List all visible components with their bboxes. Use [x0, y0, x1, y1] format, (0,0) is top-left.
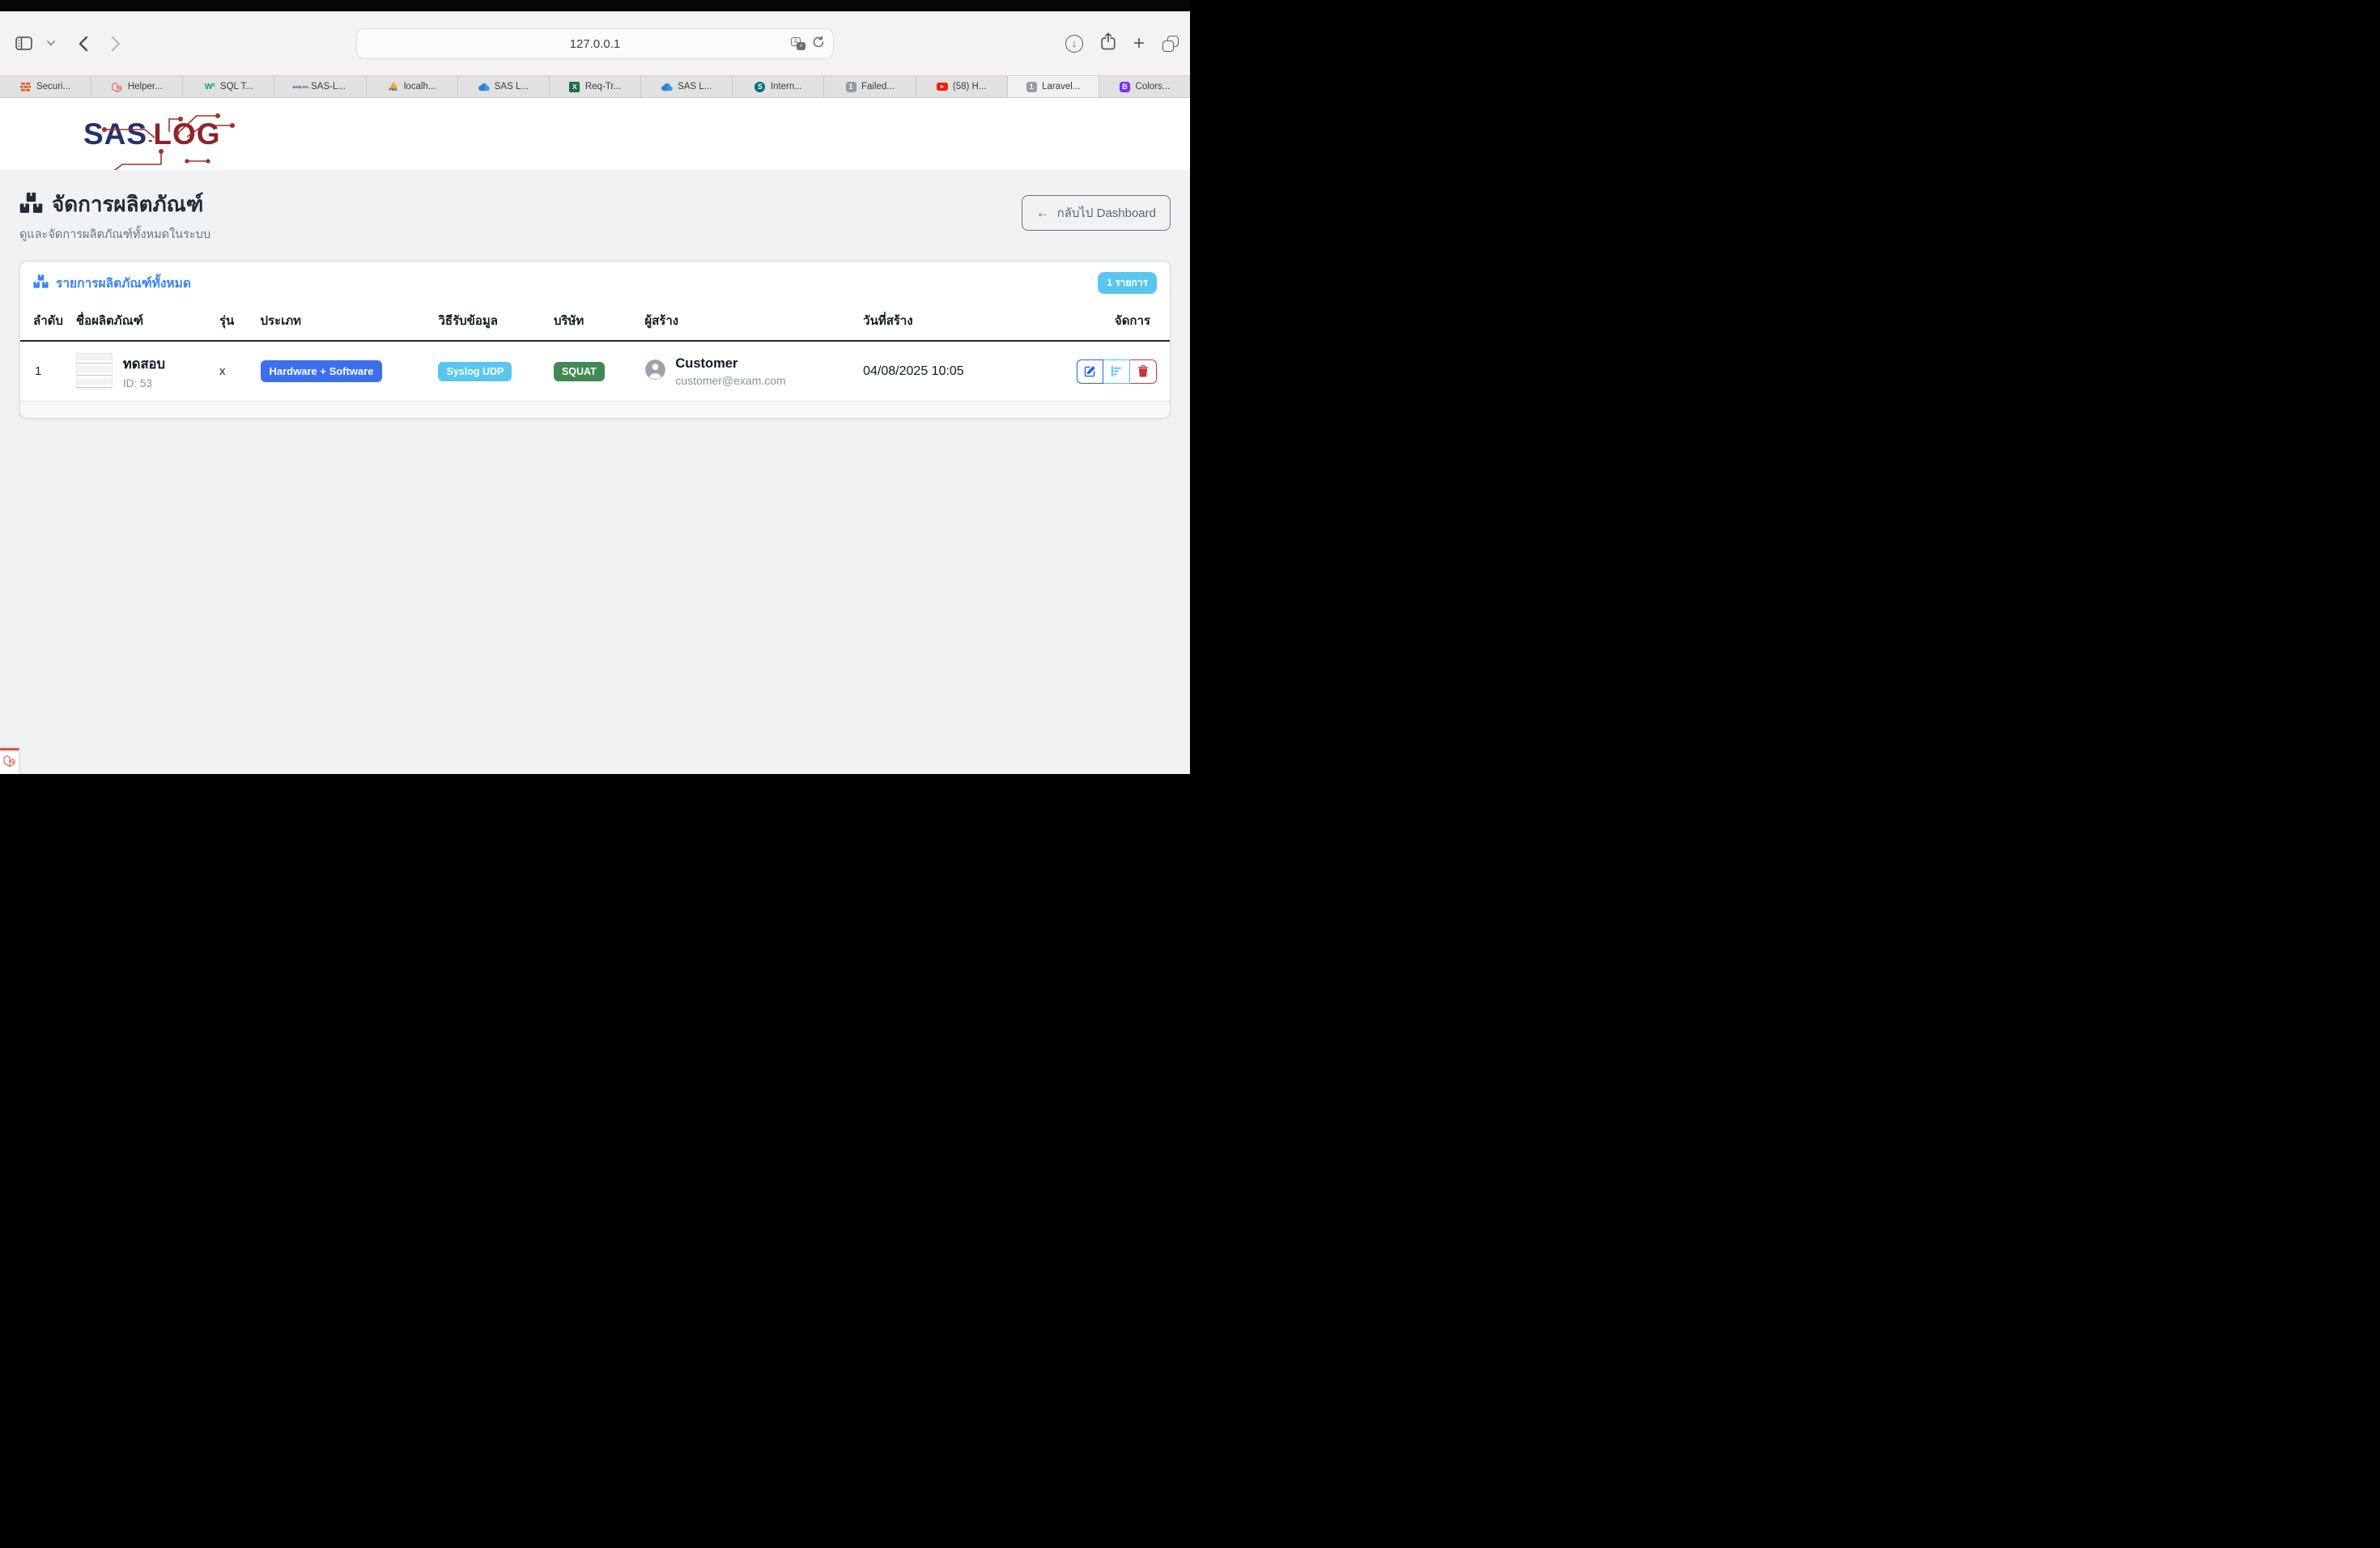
- col-company: บริษัท: [547, 303, 638, 341]
- phpmyadmin-icon: PMA: [388, 81, 399, 92]
- browser-window: 127.0.0.1 A x ↓ + Securi...: [0, 0, 1190, 774]
- col-model: รุ่น: [213, 303, 254, 341]
- tab-sas-cloud-2[interactable]: SAS L...: [641, 76, 733, 97]
- table-row: 1 ทดสอบ ID: 53 x Hardware + Softw: [20, 341, 1170, 401]
- bootstrap-icon: B: [1120, 82, 1130, 92]
- browser-toolbar: 127.0.0.1 A x ↓ +: [0, 11, 1190, 75]
- sharepoint-icon: S: [754, 82, 765, 92]
- url-text: 127.0.0.1: [570, 37, 621, 51]
- card-title-text: รายการผลิตภัณฑ์ทั้งหมด: [56, 273, 191, 293]
- tab-sql[interactable]: W³ SQL T...: [183, 76, 274, 97]
- count-badge: 1 รายการ: [1098, 272, 1157, 294]
- avatar-icon: [644, 359, 666, 384]
- creator-email: customer@exam.com: [675, 374, 785, 387]
- col-creator: ผู้สร้าง: [638, 303, 856, 341]
- cloud-icon: [478, 81, 490, 92]
- page-title: จัดการผลิตภัณฑ์: [52, 188, 203, 221]
- card-header: รายการผลิตภัณฑ์ทั้งหมด 1 รายการ: [20, 262, 1170, 303]
- boxes-icon: [19, 191, 43, 219]
- boxes-icon-blue: [33, 274, 49, 293]
- products-card: รายการผลิตภัณฑ์ทั้งหมด 1 รายการ ลำดับ ชื…: [19, 261, 1171, 419]
- tab-laravel-active[interactable]: 1 Laravel...: [1008, 76, 1099, 97]
- col-name: ชื่อผลิตภัณฑ์: [70, 303, 213, 341]
- edit-button[interactable]: [1077, 359, 1103, 384]
- tab-saslog[interactable]: SASLOG SAS-L...: [274, 76, 366, 97]
- tab-security[interactable]: Securi...: [0, 76, 91, 97]
- excel-icon: X: [569, 82, 580, 92]
- col-actions: จัดการ: [1070, 303, 1170, 341]
- laravel-icon: [3, 755, 15, 771]
- menu-bar: [0, 0, 1190, 11]
- company-badge: SQUAT: [554, 362, 605, 381]
- share-icon[interactable]: [1101, 32, 1116, 54]
- new-tab-icon[interactable]: +: [1133, 32, 1145, 55]
- product-thumbnail[interactable]: [76, 353, 113, 389]
- sidebar-chevron-icon[interactable]: [39, 32, 63, 56]
- tab-overview-icon[interactable]: [1162, 36, 1179, 52]
- reload-icon[interactable]: [812, 36, 825, 53]
- tab-youtube[interactable]: (58) H...: [916, 76, 1008, 97]
- forward-icon[interactable]: [104, 32, 128, 56]
- cloud-icon: [661, 81, 673, 92]
- delete-button[interactable]: [1130, 359, 1157, 384]
- product-id: ID: 53: [123, 377, 165, 389]
- card-footer: [20, 401, 1170, 418]
- numbered-1-icon: 1: [846, 82, 856, 92]
- saslog-favicon-icon: SASLOG: [295, 81, 306, 92]
- numbered-1-icon: 1: [1026, 82, 1037, 92]
- created-at: 04/08/2025 10:05: [863, 364, 964, 378]
- products-table: ลำดับ ชื่อผลิตภัณฑ์ รุ่น ประเภท วิธีรับข…: [20, 303, 1170, 401]
- tab-intern[interactable]: S Intern...: [733, 76, 824, 97]
- tab-failed[interactable]: 1 Failed...: [824, 76, 916, 97]
- creator-name: Customer: [675, 356, 785, 372]
- chart-button[interactable]: [1103, 359, 1130, 384]
- downloads-icon[interactable]: ↓: [1065, 35, 1083, 53]
- tab-req-tr[interactable]: X Req-Tr...: [550, 76, 641, 97]
- laravel-icon: [112, 81, 123, 92]
- saslog-logo[interactable]: SAS-LOG: [83, 119, 221, 149]
- col-data-method: วิธีรับข้อมูล: [431, 303, 546, 341]
- col-created-at: วันที่สร้าง: [856, 303, 1070, 341]
- col-type: ประเภท: [254, 303, 432, 341]
- w3schools-icon: W³: [204, 81, 215, 92]
- laravel-debugbar-toggle[interactable]: [0, 748, 19, 774]
- left-arrow-icon: ←: [1036, 205, 1050, 221]
- tab-helper[interactable]: Helper...: [91, 76, 183, 97]
- youtube-icon: [937, 83, 948, 91]
- table-header-row: ลำดับ ชื่อผลิตภัณฑ์ รุ่น ประเภท วิธีรับข…: [20, 303, 1170, 341]
- firewall-icon: [20, 81, 32, 92]
- sidebar-toggle-icon[interactable]: [11, 32, 36, 56]
- tab-strip: Securi... Helper... W³ SQL T... SASLOG S…: [0, 75, 1190, 98]
- tab-sas-cloud-1[interactable]: SAS L...: [458, 76, 550, 97]
- back-icon[interactable]: [71, 32, 96, 56]
- logo-dash: -: [148, 134, 152, 147]
- main-content: จัดการผลิตภัณฑ์ ดูและจัดการผลิตภัณฑ์ทั้ง…: [0, 170, 1190, 774]
- row-index: 1: [20, 341, 70, 401]
- tab-localhost[interactable]: PMA localh...: [367, 76, 458, 97]
- data-method-badge: Syslog UDP: [438, 362, 512, 381]
- page-subtitle: ดูและจัดการผลิตภัณฑ์ทั้งหมดในระบบ: [19, 225, 210, 244]
- logo-text-log: LOG: [153, 119, 220, 149]
- col-index: ลำดับ: [20, 303, 70, 341]
- page-header: จัดการผลิตภัณฑ์ ดูและจัดการผลิตภัณฑ์ทั้ง…: [19, 188, 1171, 244]
- product-name: ทดสอบ: [123, 354, 165, 375]
- type-badge: Hardware + Software: [261, 360, 383, 382]
- tab-colors[interactable]: B Colors...: [1099, 76, 1190, 97]
- logo-text-sas: SAS: [83, 119, 147, 149]
- translate-icon[interactable]: A x: [791, 37, 805, 50]
- back-to-dashboard-button[interactable]: ← กลับไป Dashboard: [1022, 195, 1171, 231]
- address-bar[interactable]: 127.0.0.1 A x: [356, 28, 834, 59]
- product-model: x: [213, 341, 254, 401]
- site-header: SAS-LOG: [0, 98, 1190, 170]
